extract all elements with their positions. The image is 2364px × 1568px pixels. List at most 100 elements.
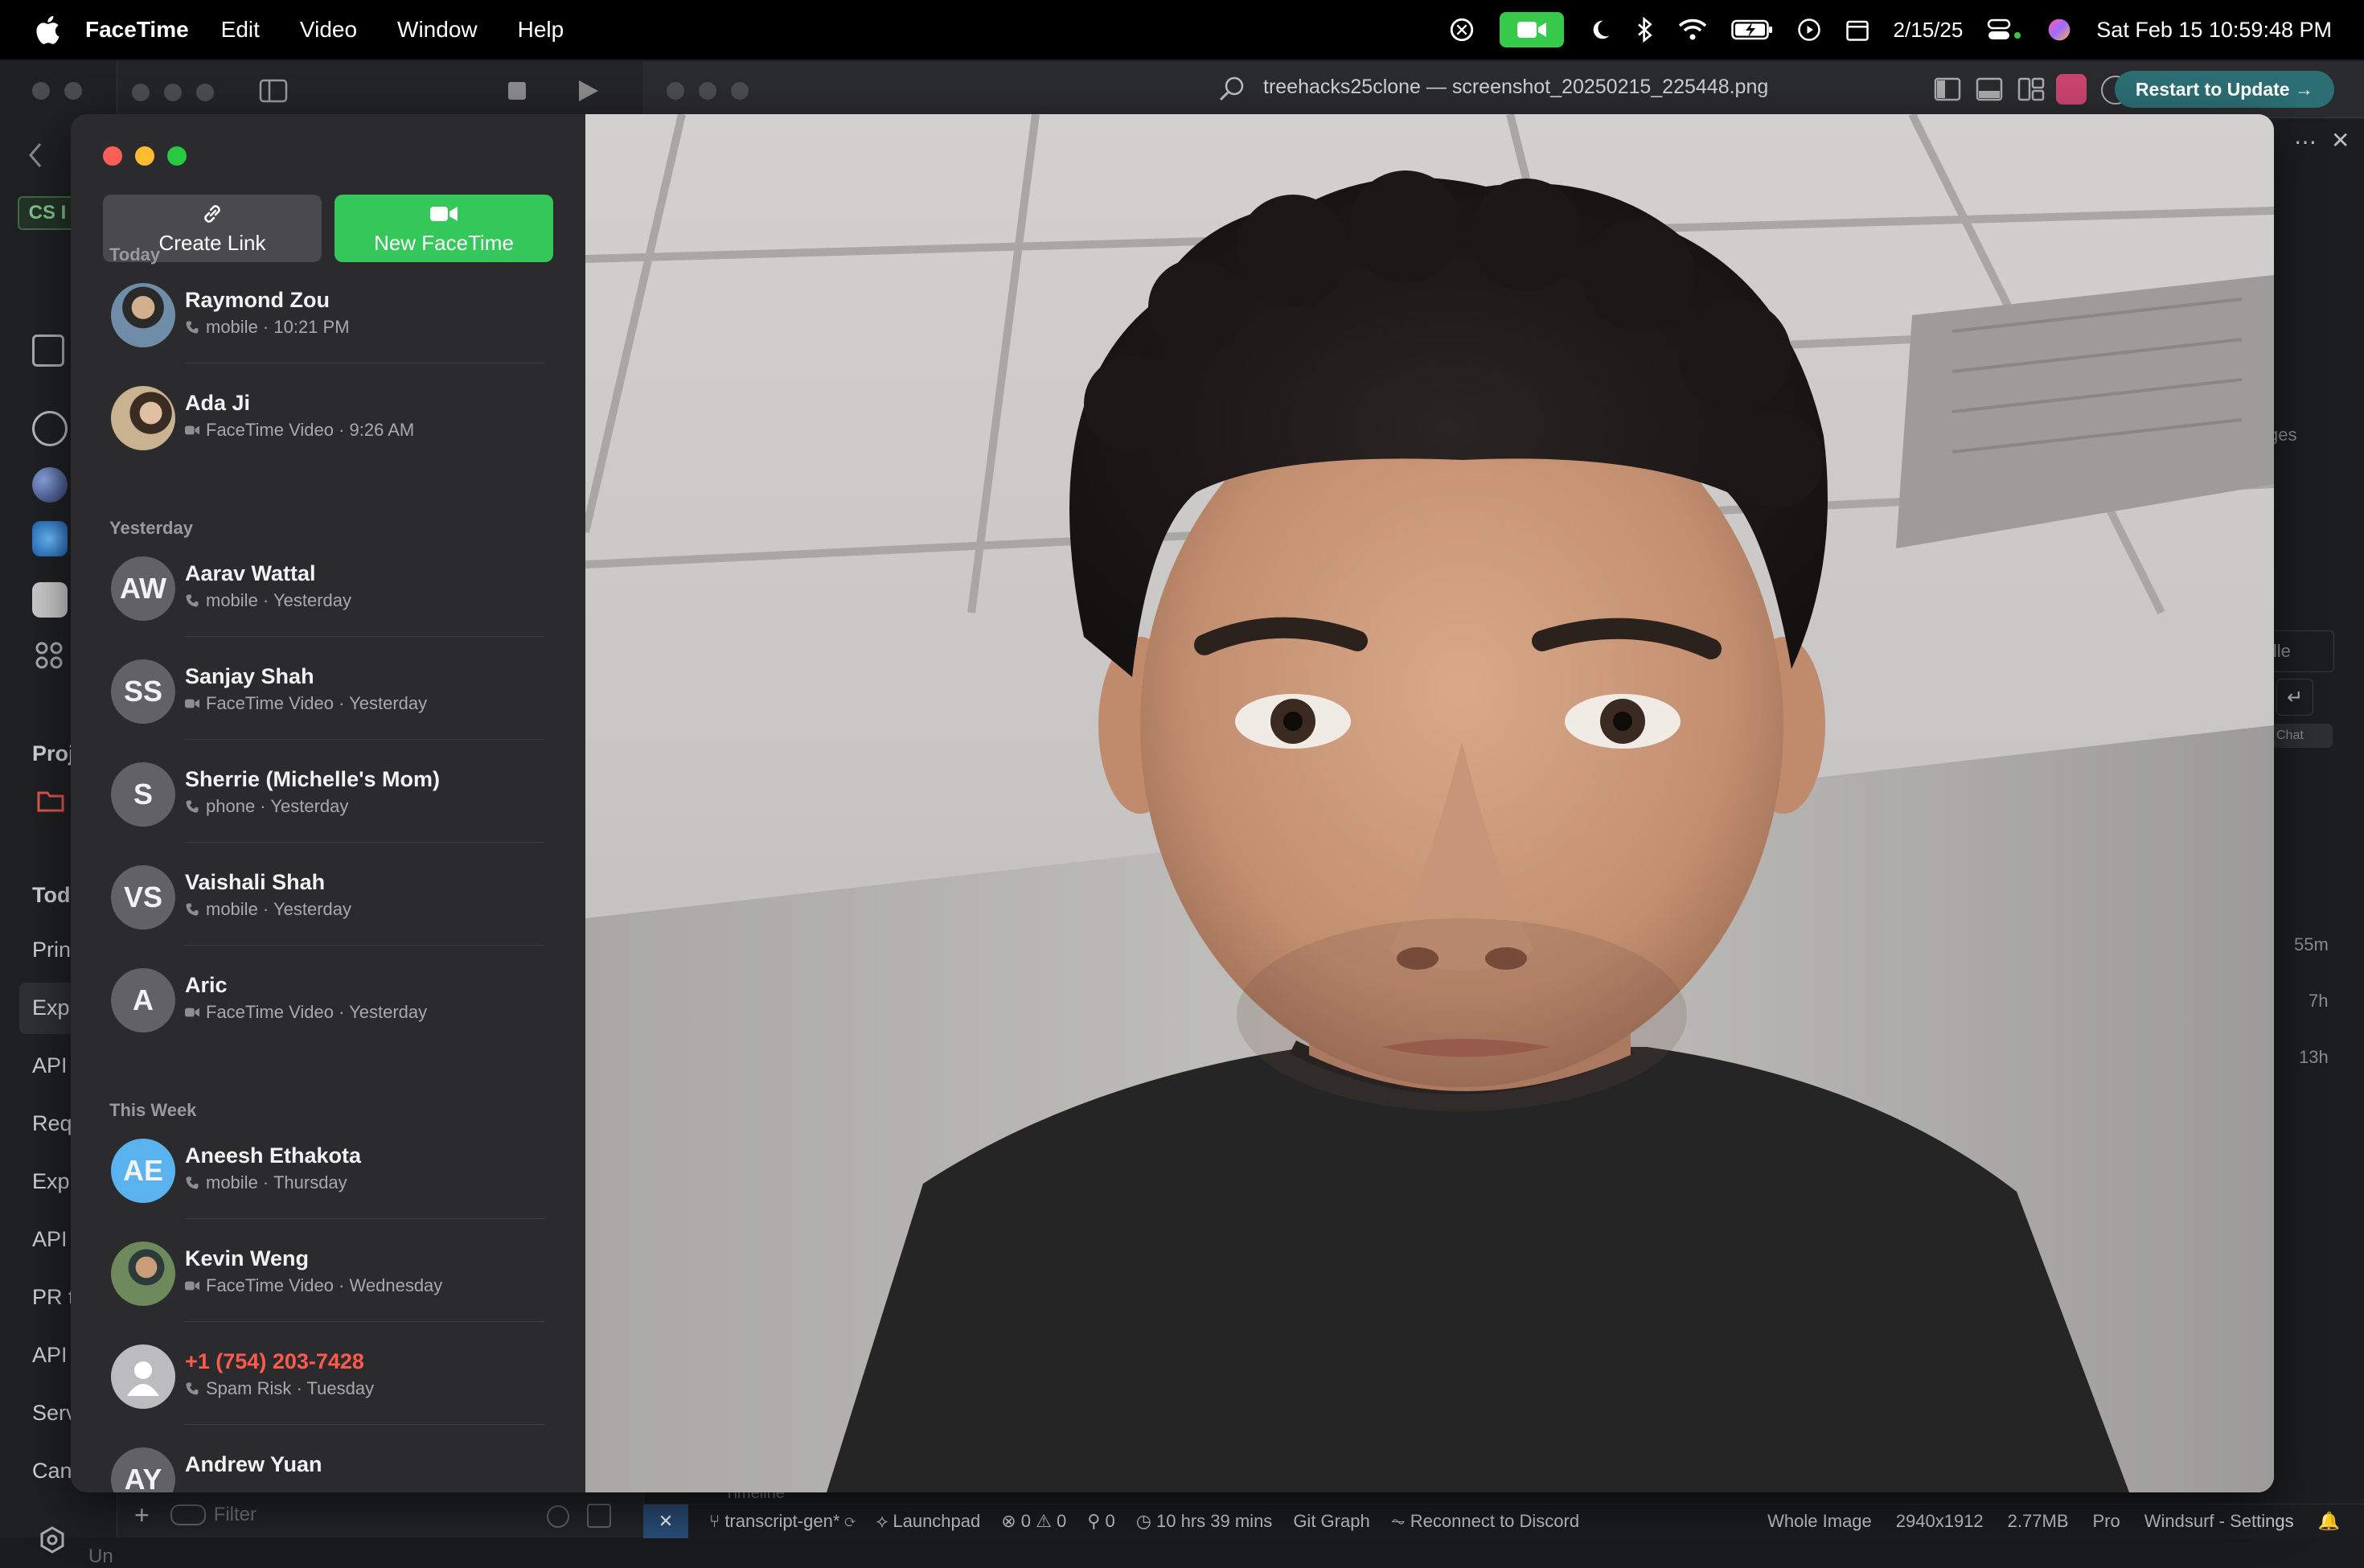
window-close-inactive[interactable]: [132, 84, 150, 101]
recent-call-row[interactable]: AY Andrew Yuan: [111, 1431, 545, 1492]
calendar-icon[interactable]: [1845, 18, 1869, 42]
phone-call-icon: [185, 593, 199, 608]
apps-grid-icon[interactable]: [35, 642, 63, 669]
facetime-camera-indicator[interactable]: [1499, 12, 1564, 47]
window-close-inactive[interactable]: [32, 82, 50, 100]
window-minimize-inactive[interactable]: [64, 82, 82, 100]
left-list-item[interactable]: API: [32, 1227, 68, 1252]
launchpad-label: Launchpad: [893, 1511, 981, 1531]
menu-video[interactable]: Video: [300, 17, 357, 43]
filter-placeholder: Filter: [213, 1504, 257, 1525]
window-close-button[interactable]: [103, 146, 122, 166]
recent-call-row[interactable]: S Sherrie (Michelle's Mom) phone · Yesterd…: [111, 746, 545, 843]
contact-avatar: [111, 1344, 175, 1409]
left-list-item[interactable]: API: [32, 1343, 68, 1368]
row-divider: [185, 1321, 545, 1322]
call-detail: FaceTime Video · 9:26 AM: [185, 420, 414, 441]
video-call-icon: [185, 423, 199, 437]
notification-bell-icon[interactable]: 🔔: [2318, 1511, 2340, 1532]
siri-icon[interactable]: [2046, 17, 2072, 43]
run-play-icon[interactable]: [576, 79, 600, 103]
recent-call-row[interactable]: VS Vaishali Shah mobile · Yesterday: [111, 849, 545, 946]
split-icon[interactable]: [587, 1504, 611, 1528]
window-close-inactive[interactable]: [667, 82, 684, 100]
sidebar-panel-icon[interactable]: [259, 79, 288, 103]
openai-icon[interactable]: [32, 411, 68, 446]
filter-input[interactable]: Filter: [170, 1504, 257, 1526]
recent-call-row[interactable]: Raymond Zou mobile · 10:21 PM: [111, 267, 545, 363]
recent-call-row[interactable]: AE Aneesh Ethakota mobile · Thursday: [111, 1123, 545, 1219]
history-icon[interactable]: [547, 1505, 569, 1528]
browser-app-icon[interactable]: [32, 521, 68, 556]
control-center-icon[interactable]: [1987, 18, 2022, 42]
recent-call-row[interactable]: AW Aarav Wattal mobile · Yesterday: [111, 540, 545, 637]
settings-hexagon-icon[interactable]: [39, 1526, 66, 1554]
recent-call-row[interactable]: A Aric FaceTime Video · Yesterday: [111, 952, 545, 1049]
problems-status[interactable]: ⊗ 0 ⚠ 0: [1001, 1511, 1066, 1532]
image-scope-status[interactable]: Whole Image: [1767, 1511, 1872, 1532]
play-circle-icon[interactable]: [1797, 18, 1821, 42]
left-list-item[interactable]: PR t: [32, 1285, 75, 1310]
settings-status[interactable]: Windsurf - Settings: [2144, 1511, 2294, 1532]
stop-icon[interactable]: [507, 80, 527, 101]
recent-call-row[interactable]: Ada Ji FaceTime Video · 9:26 AM: [111, 370, 545, 466]
contact-name: +1 (754) 203-7428: [185, 1349, 364, 1373]
menu-app-name[interactable]: FaceTime: [85, 17, 189, 43]
chatgpt-icon[interactable]: [1448, 16, 1475, 43]
menubar-clock[interactable]: Sat Feb 15 10:59:48 PM: [2096, 18, 2332, 43]
new-facetime-button[interactable]: New FaceTime: [334, 195, 553, 262]
layout-bottom-icon[interactable]: [1976, 77, 2003, 101]
window-zoom-inactive[interactable]: [196, 84, 214, 101]
window-minimize-button[interactable]: [135, 146, 154, 166]
sidebar-toggle-icon[interactable]: [32, 335, 64, 367]
folder-icon[interactable]: [37, 790, 64, 812]
battery-charging-icon[interactable]: [1730, 19, 1773, 40]
menu-edit[interactable]: Edit: [221, 17, 260, 43]
close-panel-icon[interactable]: ✕: [2331, 127, 2350, 154]
left-list-item[interactable]: Can: [32, 1459, 72, 1484]
window-minimize-inactive[interactable]: [699, 82, 716, 100]
left-list-item[interactable]: Req: [32, 1111, 72, 1136]
recent-call-row[interactable]: Kevin Weng FaceTime Video · Wednesday: [111, 1225, 545, 1322]
time-tracker-status[interactable]: ◷ 10 hrs 39 mins: [1136, 1511, 1273, 1532]
restart-to-update-button[interactable]: Restart to Update →: [2114, 71, 2334, 108]
more-options-icon[interactable]: ⋯: [2294, 129, 2317, 155]
window-minimize-inactive[interactable]: [164, 84, 182, 101]
plan-status[interactable]: Pro: [2093, 1511, 2120, 1532]
phone-call-icon: [185, 1176, 199, 1190]
menu-window[interactable]: Window: [397, 17, 478, 43]
menu-help[interactable]: Help: [518, 17, 564, 43]
menubar-date-short[interactable]: 2/15/25: [1894, 18, 1964, 43]
menu-bar: FaceTime Edit Video Window Help 2/15/25 …: [0, 0, 2364, 60]
back-arrow-icon[interactable]: [27, 142, 43, 169]
camera-preview[interactable]: [585, 114, 2274, 1492]
apple-menu-icon[interactable]: [32, 14, 61, 46]
left-list-item[interactable]: Exp: [32, 995, 70, 1020]
recent-call-row[interactable]: +1 (754) 203-7428 Spam Risk · Tuesday: [111, 1328, 545, 1425]
moon-icon[interactable]: [1588, 18, 1612, 42]
left-list-item[interactable]: Exp: [32, 1169, 70, 1194]
project-badge[interactable]: CS I: [18, 196, 77, 230]
section-header: Yesterday: [109, 518, 193, 538]
bluetooth-icon[interactable]: [1636, 17, 1654, 43]
layout-grid-icon[interactable]: [2017, 77, 2045, 101]
ports-status[interactable]: ⚲ 0: [1087, 1511, 1114, 1532]
git-graph-status[interactable]: Git Graph: [1293, 1511, 1369, 1532]
launchpad-status[interactable]: ⟡ Launchpad: [876, 1511, 981, 1532]
enter-key-icon[interactable]: ↵: [2276, 679, 2313, 716]
layout-left-icon[interactable]: [1934, 77, 1961, 101]
remote-indicator-icon[interactable]: ✕: [643, 1504, 688, 1538]
recent-call-row[interactable]: SS Sanjay Shah FaceTime Video · Yesterday: [111, 643, 545, 740]
discord-status[interactable]: ⏦ Reconnect to Discord: [1391, 1511, 1579, 1532]
calendar-app-icon[interactable]: [32, 582, 68, 618]
wifi-icon[interactable]: [1678, 18, 1707, 41]
git-branch-status[interactable]: ⑂ transcript-gen* ⟳: [709, 1511, 856, 1532]
right-panel-time: 13h: [2299, 1047, 2329, 1067]
windsurf-logo-icon[interactable]: [2056, 74, 2087, 105]
window-zoom-button[interactable]: [167, 146, 187, 166]
left-list-item[interactable]: API: [32, 1053, 68, 1078]
planet-icon[interactable]: [32, 467, 68, 503]
add-icon[interactable]: +: [134, 1500, 150, 1530]
window-zoom-inactive[interactable]: [731, 82, 749, 100]
left-list-item[interactable]: Prin: [32, 938, 71, 963]
